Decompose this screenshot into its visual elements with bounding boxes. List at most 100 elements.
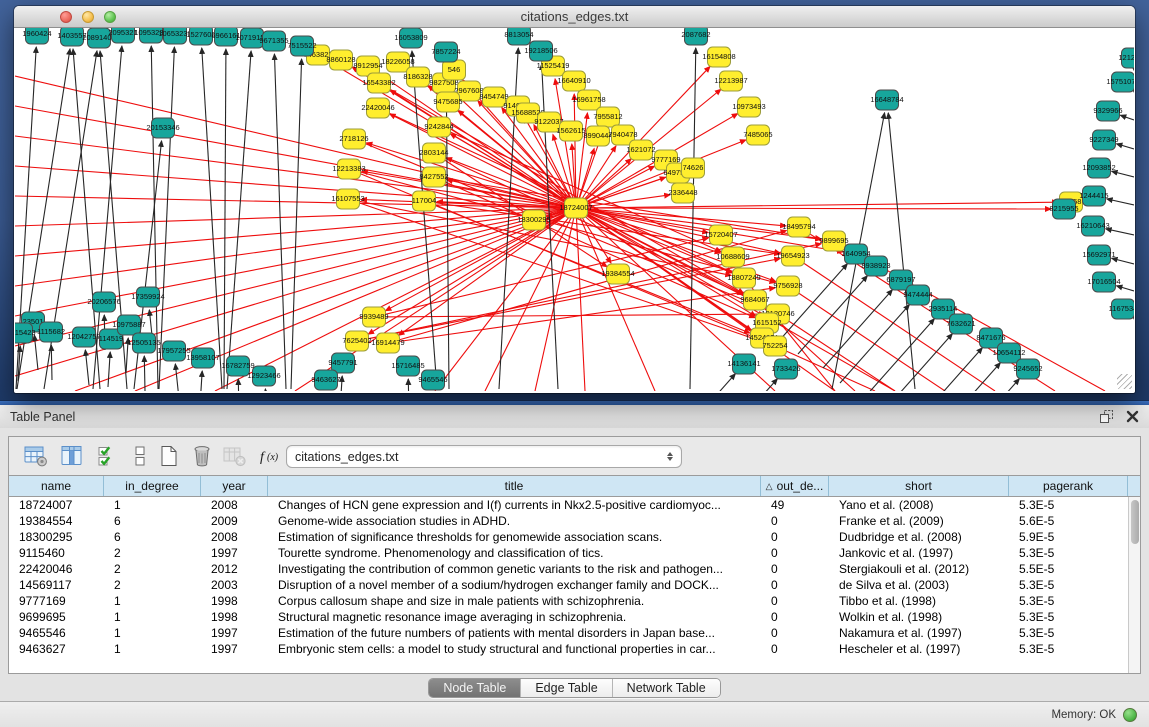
- network-edge[interactable]: [202, 48, 222, 389]
- new-table-icon[interactable]: [156, 444, 182, 468]
- network-node[interactable]: 9474444: [903, 285, 932, 305]
- network-node[interactable]: 8186328: [403, 67, 432, 87]
- table-row[interactable]: 1872400712008Changes of HCN gene express…: [9, 497, 1128, 513]
- network-node[interactable]: 16648784: [870, 90, 903, 110]
- network-edge[interactable]: [823, 290, 892, 368]
- network-edge[interactable]: [108, 352, 110, 387]
- network-edge[interactable]: [883, 334, 952, 391]
- network-node[interactable]: 17359924: [131, 287, 164, 307]
- network-edge[interactable]: [913, 348, 982, 391]
- network-node[interactable]: 1212754: [1118, 48, 1134, 68]
- network-node[interactable]: 1167534: [1109, 299, 1134, 319]
- network-edge[interactable]: [274, 54, 286, 389]
- network-node[interactable]: 74626: [682, 158, 705, 178]
- network-node[interactable]: 546: [443, 60, 466, 80]
- network-edge[interactable]: [840, 305, 909, 383]
- network-node[interactable]: 7955812: [593, 107, 622, 127]
- network-node[interactable]: 9475685: [433, 92, 462, 112]
- table-row[interactable]: 946554611997Estimation of the future num…: [9, 625, 1128, 641]
- network-node[interactable]: 14136141: [727, 354, 760, 374]
- network-edge[interactable]: [159, 47, 174, 389]
- network-node[interactable]: 8813054: [504, 28, 533, 45]
- table-settings-icon[interactable]: [23, 444, 49, 468]
- network-edge[interactable]: [1116, 144, 1134, 149]
- network-node[interactable]: 9671355: [259, 31, 288, 51]
- table-row[interactable]: 2242004622012Investigating the contribut…: [9, 561, 1128, 577]
- network-node[interactable]: 8427552: [419, 167, 448, 187]
- network-node[interactable]: 22420046: [361, 98, 394, 118]
- network-node[interactable]: 16053809: [394, 28, 427, 48]
- network-node[interactable]: 2087682: [681, 28, 710, 45]
- table-selector-dropdown[interactable]: citations_edges.txt: [286, 445, 682, 468]
- table-row[interactable]: 977716911998Corpus callosum shape and si…: [9, 593, 1128, 609]
- network-edge[interactable]: [576, 208, 585, 391]
- network-edge[interactable]: [576, 208, 1051, 209]
- memory-ok-indicator[interactable]: [1123, 708, 1137, 722]
- column-header-short[interactable]: short: [829, 476, 1009, 496]
- table-row[interactable]: 1938455462009Genome-wide association stu…: [9, 513, 1128, 529]
- select-rows-icon[interactable]: [95, 444, 121, 468]
- network-node[interactable]: 8860128: [326, 50, 355, 70]
- network-canvas[interactable]: 1872400774638228860128891295418226058165…: [15, 28, 1134, 391]
- network-node[interactable]: 2718126: [339, 129, 368, 149]
- network-node[interactable]: 15751074: [1106, 72, 1134, 92]
- network-node[interactable]: 16914479: [371, 333, 404, 353]
- network-node[interactable]: 12213383: [332, 159, 365, 179]
- table-row[interactable]: 946362711997Embryonic stem cells: a mode…: [9, 641, 1128, 657]
- network-node[interactable]: 19654923: [776, 246, 809, 266]
- table-row[interactable]: 1830029562008Estimation of significance …: [9, 529, 1128, 545]
- delete-rows-icon[interactable]: [189, 444, 215, 468]
- network-node[interactable]: 15716485: [391, 356, 424, 376]
- network-node[interactable]: 9245652: [1013, 359, 1042, 379]
- show-column-icon[interactable]: [59, 444, 85, 468]
- network-node[interactable]: 1562615: [556, 121, 585, 141]
- network-edge[interactable]: [227, 51, 251, 389]
- network-edge[interactable]: [1112, 171, 1134, 177]
- network-view-window[interactable]: citations_edges.txt 18724007746382288601…: [14, 6, 1135, 393]
- function-builder-icon[interactable]: f(x): [257, 444, 283, 468]
- network-node[interactable]: 9329966: [1093, 101, 1122, 121]
- minimize-window-button[interactable]: [82, 11, 94, 23]
- network-node[interactable]: 16154808: [702, 47, 735, 67]
- close-window-button[interactable]: [60, 11, 72, 23]
- network-edge[interactable]: [408, 379, 409, 391]
- network-node[interactable]: 12093852: [1082, 158, 1115, 178]
- table-scrollbar-thumb[interactable]: [1131, 500, 1139, 544]
- network-node[interactable]: 752254: [762, 336, 787, 356]
- network-edge[interactable]: [265, 389, 269, 391]
- column-header-title[interactable]: title: [268, 476, 761, 496]
- citation-network-graph[interactable]: 1872400774638228860128891295418226058165…: [15, 28, 1134, 391]
- network-node[interactable]: 7625402: [342, 331, 371, 351]
- network-edge[interactable]: [291, 59, 302, 389]
- zoom-window-button[interactable]: [104, 11, 116, 23]
- network-node[interactable]: 2095321: [108, 28, 137, 43]
- tab-edge-table[interactable]: Edge Table: [520, 679, 611, 697]
- network-node[interactable]: 7857224: [431, 42, 460, 62]
- column-header-year[interactable]: year: [201, 476, 268, 496]
- resize-grip[interactable]: [1117, 374, 1132, 389]
- network-node[interactable]: 3915423: [15, 323, 36, 343]
- network-node[interactable]: 2336448: [668, 183, 697, 203]
- network-edge[interactable]: [576, 202, 1058, 208]
- network-edge[interactable]: [798, 276, 867, 354]
- network-edge[interactable]: [85, 350, 89, 385]
- network-node[interactable]: 2803144: [419, 143, 448, 163]
- network-edge[interactable]: [778, 264, 847, 342]
- tab-network-table[interactable]: Network Table: [612, 679, 720, 697]
- network-node[interactable]: 1244415: [1079, 186, 1108, 206]
- network-node[interactable]: 8215955: [1049, 199, 1078, 219]
- float-panel-icon[interactable]: [1099, 409, 1114, 424]
- network-node[interactable]: 9227349: [1089, 130, 1118, 150]
- network-node[interactable]: 8938923: [861, 256, 890, 276]
- network-edge[interactable]: [446, 65, 449, 389]
- network-node[interactable]: 12505135: [127, 333, 160, 353]
- column-header-pagerank[interactable]: pagerank: [1009, 476, 1128, 496]
- network-edge[interactable]: [144, 356, 145, 391]
- network-node[interactable]: 10688609: [716, 247, 749, 267]
- network-node[interactable]: 117004: [412, 191, 436, 211]
- network-node[interactable]: 17016504: [1087, 272, 1120, 292]
- network-node[interactable]: 1115682: [37, 322, 65, 342]
- network-edge[interactable]: [1116, 286, 1134, 291]
- network-node[interactable]: 9756928: [773, 276, 802, 296]
- network-edge[interactable]: [888, 113, 915, 389]
